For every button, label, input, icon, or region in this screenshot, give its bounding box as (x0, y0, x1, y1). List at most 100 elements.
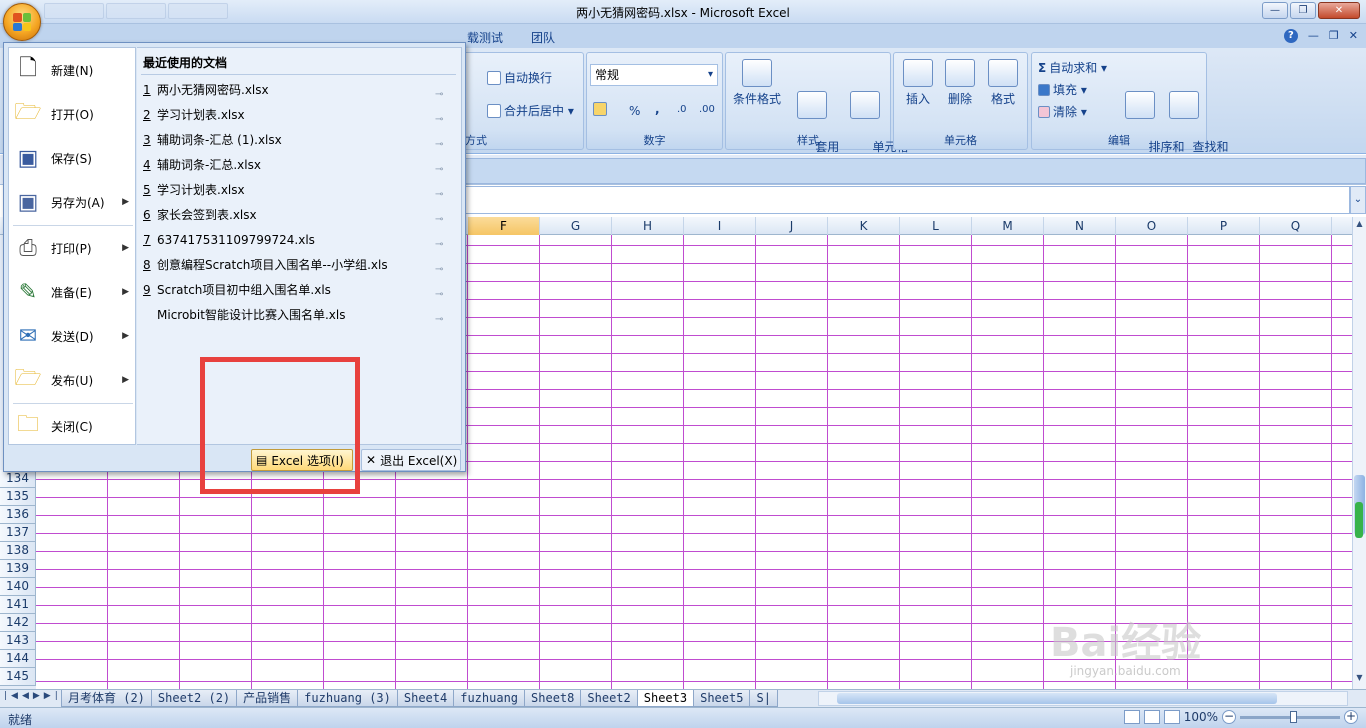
pin-icon[interactable]: ⊸ (435, 283, 449, 300)
row-header[interactable]: 140 (0, 578, 36, 596)
exit-excel-button[interactable]: ✕ 退出 Excel(X) (361, 449, 461, 471)
scroll-up-icon[interactable]: ▲ (1353, 219, 1366, 233)
row-header[interactable]: 136 (0, 506, 36, 524)
pin-icon[interactable]: ⊸ (435, 108, 449, 125)
restore-button[interactable]: ❐ (1290, 2, 1316, 19)
row-header[interactable]: 137 (0, 524, 36, 542)
minimize-button[interactable]: — (1262, 2, 1288, 19)
row-header[interactable]: 142 (0, 614, 36, 632)
sheet-tab[interactable]: Sheet8 (524, 690, 582, 707)
row-header[interactable]: 134 (0, 470, 36, 488)
menu-item-save[interactable]: ▣ 保存(S) (9, 136, 137, 180)
pin-icon[interactable]: ⊸ (435, 308, 449, 325)
menu-item-open[interactable]: 🗁 打开(O) (9, 92, 137, 136)
column-header[interactable]: M (972, 217, 1044, 235)
column-header[interactable]: I (684, 217, 756, 235)
column-header[interactable]: G (540, 217, 612, 235)
zoom-out-icon[interactable]: − (1222, 710, 1236, 724)
scroll-down-icon[interactable]: ▼ (1353, 673, 1366, 687)
comma-button[interactable]: , (655, 102, 660, 116)
column-header[interactable]: L (900, 217, 972, 235)
recent-document[interactable]: 3 辅助词条-汇总 (1).xlsx ⊸ (143, 128, 453, 152)
column-header[interactable]: K (828, 217, 900, 235)
autosum-button[interactable]: Σ 自动求和 ▾ (1038, 59, 1107, 76)
column-header[interactable]: P (1188, 217, 1260, 235)
format-button[interactable]: 格式 (982, 59, 1024, 107)
zoom-slider[interactable] (1240, 710, 1340, 723)
column-header[interactable]: J (756, 217, 828, 235)
sheet-tab[interactable]: Sheet2 (580, 690, 638, 707)
recent-document[interactable]: 8 创意编程Scratch项目入围名单--小学组.xls ⊸ (143, 253, 453, 277)
merge-center-button[interactable]: 合并后居中 ▾ (487, 102, 574, 119)
close-workbook-icon[interactable]: ✕ (1349, 29, 1358, 43)
page-break-view-icon[interactable] (1163, 710, 1180, 724)
sheet-tab[interactable]: Sheet4 (396, 690, 455, 707)
pin-icon[interactable]: ⊸ (435, 258, 449, 275)
sheet-tab[interactable]: 月考体育 (2) (61, 690, 152, 707)
wrap-text-button[interactable]: 自动换行 (487, 69, 552, 86)
tab-team[interactable]: 团队 (531, 29, 555, 46)
pin-icon[interactable]: ⊸ (435, 158, 449, 175)
menu-item-new[interactable]: 🗋 新建(N) (9, 48, 137, 92)
recent-document[interactable]: Microbit智能设计比赛入围名单.xls ⊸ (143, 303, 453, 327)
zoom-in-icon[interactable]: + (1344, 710, 1358, 724)
restore-ribbon-icon[interactable]: ❐ (1329, 29, 1339, 43)
menu-item-send[interactable]: ✉ 发送(D) ▶ (9, 314, 137, 358)
column-header[interactable]: F (468, 217, 540, 235)
row-header[interactable]: 138 (0, 542, 36, 560)
menu-item-save-as[interactable]: ▣ 另存为(A) ▶ (9, 180, 137, 224)
percent-button[interactable]: % (629, 104, 640, 118)
recent-document[interactable]: 2 学习计划表.xlsx ⊸ (143, 103, 453, 127)
tab-developer[interactable]: 载测试 (467, 29, 503, 46)
row-header[interactable]: 143 (0, 632, 36, 650)
menu-item-print[interactable]: ⎙ 打印(P) ▶ (9, 226, 137, 270)
sheet-tab-active[interactable]: Sheet3 (636, 690, 695, 707)
horizontal-scrollbar[interactable] (818, 691, 1348, 706)
pin-icon[interactable]: ⊸ (435, 183, 449, 200)
menu-item-prepare[interactable]: ✎ 准备(E) ▶ (9, 270, 137, 314)
insert-button[interactable]: 插入 (898, 59, 938, 107)
row-header[interactable]: 144 (0, 650, 36, 668)
page-layout-view-icon[interactable] (1143, 710, 1160, 724)
column-header[interactable]: Q (1260, 217, 1332, 235)
zoom-level[interactable]: 100% (1184, 710, 1218, 724)
recent-document[interactable]: 5 学习计划表.xlsx ⊸ (143, 178, 453, 202)
increase-decimal-icon[interactable]: .0 (677, 104, 687, 115)
pin-icon[interactable]: ⊸ (435, 83, 449, 100)
row-header[interactable]: 139 (0, 560, 36, 578)
menu-item-publish[interactable]: 🗁 发布(U) ▶ (9, 358, 137, 402)
normal-view-icon[interactable] (1123, 710, 1140, 724)
recent-document[interactable]: 7 637417531109799724.xls ⊸ (143, 228, 453, 252)
pin-icon[interactable]: ⊸ (435, 208, 449, 225)
row-header[interactable]: 141 (0, 596, 36, 614)
sheet-tab[interactable]: Sheet5 (693, 690, 751, 707)
sheet-tab[interactable]: 产品销售 (236, 690, 299, 707)
vertical-scrollbar[interactable]: ▲ ▼ (1352, 217, 1366, 689)
formula-input[interactable] (464, 186, 1350, 214)
clear-button[interactable]: 清除 ▾ (1038, 103, 1087, 120)
recent-document[interactable]: 1 两小无猜网密码.xlsx ⊸ (143, 78, 453, 102)
column-header[interactable]: O (1116, 217, 1188, 235)
number-format-select[interactable]: 常规 (590, 64, 718, 86)
minimize-ribbon-icon[interactable]: — (1308, 29, 1319, 43)
fill-button[interactable]: 填充 ▾ (1038, 81, 1087, 98)
sheet-nav-arrows-icon[interactable]: |◀◀▶▶| (4, 691, 62, 701)
zoom-knob[interactable] (1290, 710, 1297, 723)
recent-document[interactable]: 6 家长会签到表.xlsx ⊸ (143, 203, 453, 227)
help-icon[interactable]: ? (1283, 29, 1298, 43)
column-header[interactable]: H (612, 217, 684, 235)
menu-item-close[interactable]: 🗀 关闭(C) (9, 404, 137, 448)
sheet-tab[interactable]: Sheet2 (2) (150, 690, 238, 707)
row-header[interactable]: 135 (0, 488, 36, 506)
close-button[interactable]: ✕ (1318, 2, 1360, 19)
recent-document[interactable]: 4 辅助词条-汇总.xlsx ⊸ (143, 153, 453, 177)
column-header[interactable]: N (1044, 217, 1116, 235)
office-button[interactable] (3, 3, 41, 41)
sheet-tab[interactable]: fuzhuang (3) (297, 690, 398, 707)
conditional-format-button[interactable]: 条件格式 (732, 59, 782, 107)
delete-button[interactable]: 删除 (940, 59, 980, 107)
sheet-tab[interactable]: fuzhuang (453, 690, 526, 707)
sheet-tab[interactable]: S| (749, 690, 778, 707)
horizontal-scroll-thumb[interactable] (837, 693, 1277, 704)
pin-icon[interactable]: ⊸ (435, 233, 449, 250)
